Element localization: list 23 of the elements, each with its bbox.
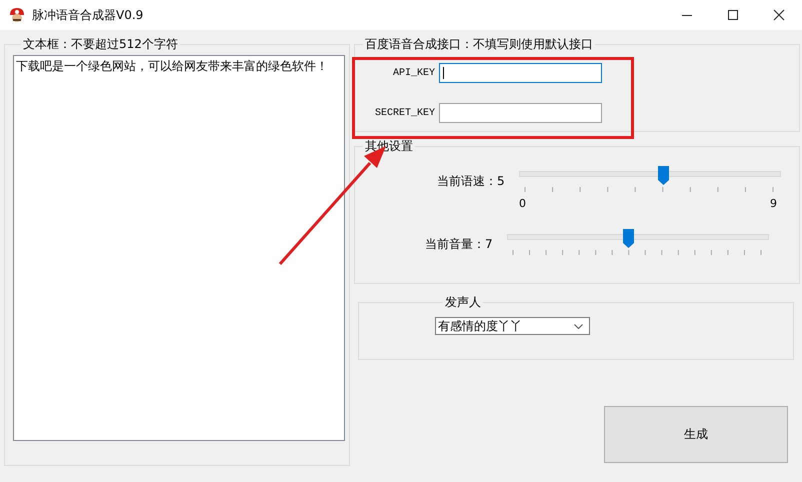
slider[interactable] bbox=[519, 166, 781, 185]
close-icon bbox=[773, 9, 785, 21]
window-title: 脉冲语音合成器V0.9 bbox=[32, 6, 144, 24]
field-label: SECRET_KEY bbox=[374, 108, 435, 118]
app-icon bbox=[8, 7, 26, 23]
input-field[interactable] bbox=[439, 63, 602, 83]
maximize-icon bbox=[727, 9, 739, 21]
field-label: API_KEY bbox=[392, 68, 435, 78]
slider-label: 当前音量：7 bbox=[425, 236, 494, 253]
slider-label: 当前语速：5 bbox=[437, 173, 506, 190]
input-field[interactable] bbox=[439, 103, 602, 123]
speaker-dropdown[interactable]: 有感情的度丫丫 bbox=[435, 317, 590, 335]
slider-thumb[interactable] bbox=[622, 229, 634, 248]
scale-label: 9 bbox=[770, 197, 777, 210]
group-label: 发声人 bbox=[444, 294, 482, 311]
group-label: 百度语音合成接口：不填写则使用默认接口 bbox=[364, 36, 594, 53]
chevron-down-icon bbox=[574, 324, 583, 328]
slider-thumb[interactable] bbox=[658, 166, 670, 185]
generate-button[interactable]: 生成 bbox=[604, 406, 788, 463]
scale-label: 0 bbox=[519, 197, 526, 210]
slider[interactable] bbox=[507, 229, 769, 248]
group-label: 文本框：不要超过512个字符 bbox=[22, 36, 179, 53]
text-area[interactable]: 下载吧是一个绿色网站，可以给网友带来丰富的绿色软件！ bbox=[13, 55, 345, 441]
